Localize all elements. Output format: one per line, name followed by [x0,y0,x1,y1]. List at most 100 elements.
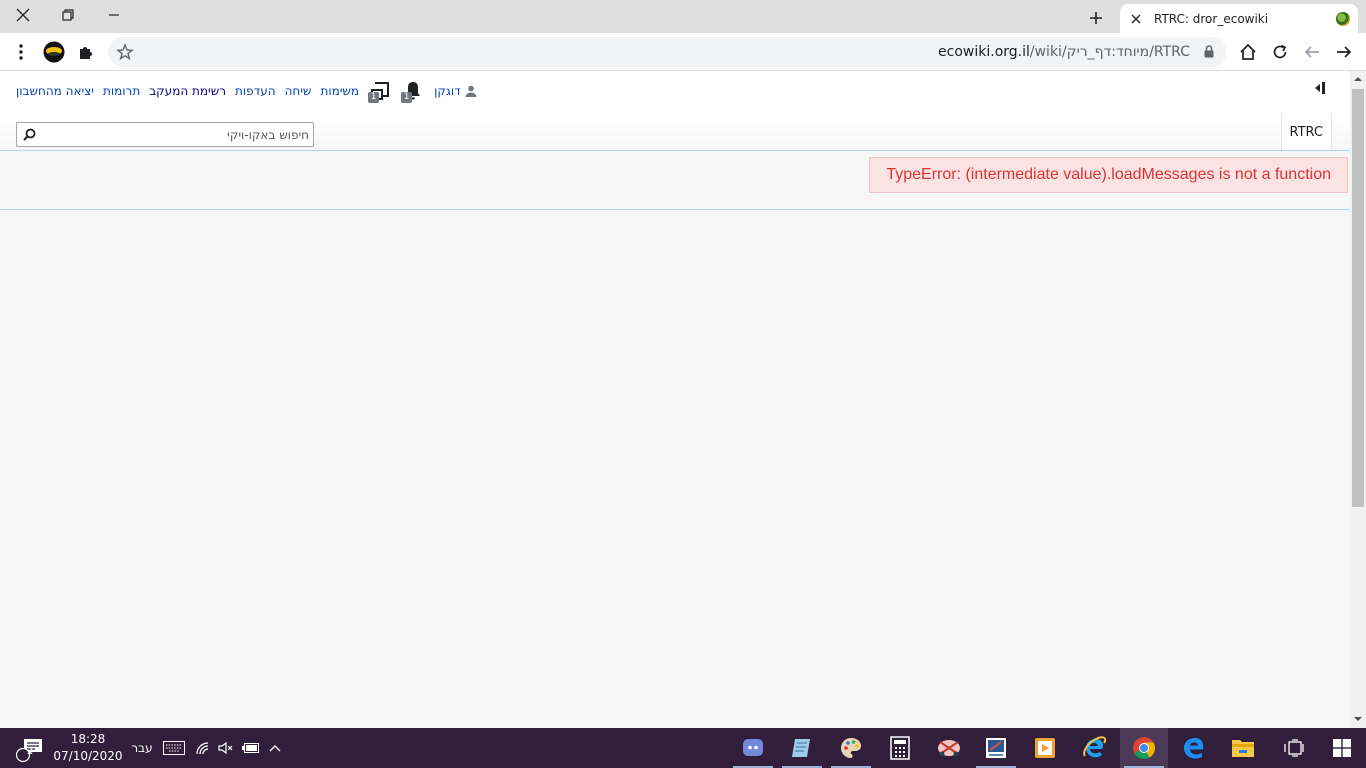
minimize-icon [109,14,119,16]
task-view-icon [1284,739,1304,757]
scrollbar-thumb[interactable] [1352,89,1364,507]
forward-button[interactable] [1330,38,1358,66]
battery-icon [242,743,259,753]
error-message: TypeError: (intermediate value).loadMess… [869,157,1348,193]
arrow-right-icon [1337,46,1352,58]
volume-muted-icon [218,741,233,755]
start-button[interactable] [1318,728,1366,768]
keyboard-icon [163,741,185,755]
edge-icon [1184,738,1204,759]
touch-keyboard-button[interactable] [160,728,188,768]
wifi-icon [196,742,209,755]
web-page: דוגקן 1 1 משימות שיחה העדפות רשימת המעקב… [0,71,1350,728]
taskbar-media-player[interactable] [1021,728,1069,768]
taskbar-internet-explorer[interactable] [1071,728,1119,768]
search-icon[interactable] [23,128,36,144]
url-text: ecowiki.org.il/wiki/מיוחד:דף_ריק/RTRC [938,44,1190,60]
close-icon [16,8,30,22]
scroll-down-arrow-icon[interactable] [1354,715,1362,723]
taskbar-calculator[interactable] [876,728,924,768]
clock-date: 07/10/2020 [53,749,123,763]
scissors-icon [938,740,960,757]
taskbar-snipping-tool[interactable] [925,728,973,768]
page-content: TypeError: (intermediate value).loadMess… [0,150,1350,210]
windows-logo-icon [1333,739,1351,757]
browser-menu-button[interactable] [7,38,35,66]
home-button[interactable] [1234,38,1262,66]
collapse-arrow-icon [1315,82,1325,94]
network-button[interactable] [191,728,215,768]
browser-toolbar: ecowiki.org.il/wiki/מיוחד:דף_ריק/RTRC [0,33,1366,71]
notification-count-badge: 2 [26,746,34,757]
username-link[interactable]: דוגקן [434,84,461,98]
volume-button[interactable] [214,728,238,768]
task-view-button[interactable] [1270,728,1318,768]
taskbar-paint[interactable] [827,728,875,768]
taskbar-notes-app[interactable] [778,728,826,768]
language-indicator[interactable]: עבר [128,728,156,768]
user-icon [465,85,477,97]
restore-window-button[interactable] [45,0,91,30]
bookmark-star-icon[interactable] [116,43,134,64]
notices-button[interactable]: 1 [368,79,392,103]
taskbar-chrome[interactable] [1120,728,1168,768]
video-player-icon [1035,738,1055,758]
preferences-link[interactable]: העדפות [235,84,276,98]
user-page-link[interactable]: דוגקן [434,84,477,98]
monitor-tools-icon [986,738,1006,758]
reload-button[interactable] [1266,38,1294,66]
windows-taskbar: 2 18:28 07/10/2020 עבר [0,728,1366,768]
back-button[interactable] [1298,38,1326,66]
tab-rtrc[interactable]: RTRC [1280,114,1332,151]
notes-icon [792,739,810,757]
puzzle-icon [80,47,92,59]
sidebar-toggle-button[interactable] [1312,81,1328,98]
minimize-window-button[interactable] [91,0,137,30]
reload-icon [1273,44,1287,59]
scroll-up-arrow-icon[interactable] [1354,75,1362,83]
chrome-icon [1133,737,1155,759]
tab-close-button[interactable] [1128,11,1144,27]
notices-count-badge: 1 [368,92,380,103]
logout-link[interactable]: יציאה מהחשבון [16,84,94,98]
chevron-up-icon [269,745,281,752]
system-clock[interactable]: 18:28 07/10/2020 [52,731,124,765]
more-vertical-icon [19,44,23,60]
new-tab-button[interactable] [1083,6,1109,30]
extensions-button[interactable] [72,38,100,66]
battery-button[interactable] [238,728,264,768]
palette-icon [841,738,861,758]
browser-title-bar: RTRC: dror_ecowiki [0,0,1366,33]
folder-icon [1232,740,1254,757]
clock-time: 18:28 [70,732,106,746]
personal-tools: דוגקן 1 1 משימות שיחה העדפות רשימת המעקב… [16,79,477,103]
taskbar-discord[interactable] [729,728,777,768]
contributions-link[interactable]: תרומות [103,84,140,98]
plus-icon [1090,12,1102,24]
taskbar-edge[interactable] [1170,728,1218,768]
tab-title: RTRC: dror_ecowiki [1154,11,1269,26]
talk-link[interactable]: שיחה [285,84,312,98]
search-box[interactable] [16,122,314,147]
page-scrollbar[interactable] [1350,71,1366,728]
profile-avatar-button[interactable] [40,38,68,66]
alerts-button[interactable]: 1 [401,79,425,103]
alerts-count-badge: 1 [401,92,413,103]
browser-tab[interactable]: RTRC: dror_ecowiki [1120,4,1358,33]
search-input[interactable] [49,126,309,143]
taskbar-screen-app[interactable] [972,728,1020,768]
close-window-button[interactable] [0,0,46,30]
tasks-link[interactable]: משימות [320,84,359,98]
action-center-button[interactable]: 2 [10,728,50,768]
watchlist-link[interactable]: רשימת המעקב [149,84,226,98]
taskbar-file-explorer[interactable] [1219,728,1267,768]
calculator-icon [890,736,910,760]
show-hidden-icons-button[interactable] [264,728,286,768]
url-domain: ecowiki.org.il [938,44,1030,60]
page-header: דוגקן 1 1 משימות שיחה העדפות רשימת המעקב… [0,71,1350,151]
home-icon [1240,43,1256,60]
url-path: /wiki/מיוחד:דף_ריק/RTRC [1029,44,1190,60]
arrow-left-icon [1304,46,1319,58]
address-bar[interactable]: ecowiki.org.il/wiki/מיוחד:דף_ריק/RTRC [108,37,1226,67]
lock-icon[interactable] [1204,45,1214,61]
